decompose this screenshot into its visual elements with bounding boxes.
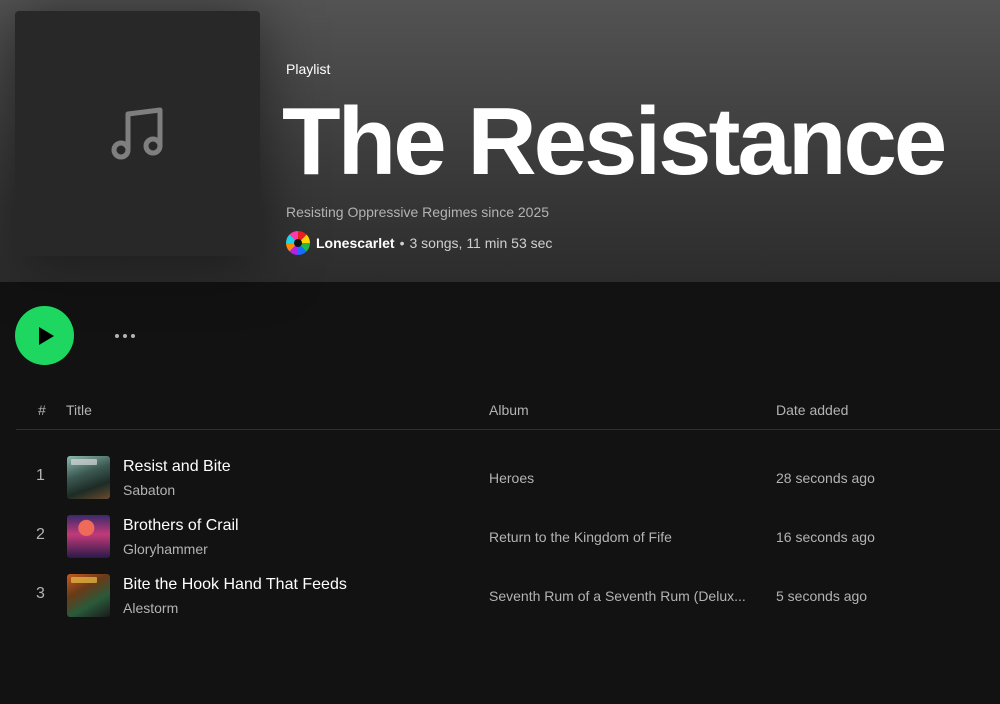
album-art (67, 456, 110, 499)
track-album[interactable]: Heroes (489, 470, 759, 486)
more-options-dot (131, 334, 135, 338)
track-album[interactable]: Return to the Kingdom of Fife (489, 529, 759, 545)
track-title[interactable]: Resist and Bite (123, 458, 231, 476)
music-note-icon (111, 107, 162, 159)
meta-separator: • (399, 235, 405, 251)
album-art (67, 574, 110, 617)
track-number: 1 (36, 467, 45, 484)
track-number: 2 (36, 526, 45, 543)
owner-avatar[interactable] (286, 231, 310, 255)
more-options-button[interactable] (109, 324, 141, 348)
play-button[interactable] (15, 306, 74, 365)
play-icon (39, 326, 54, 345)
playlist-description: Resisting Oppressive Regimes since 2025 (286, 204, 550, 220)
track-artist[interactable]: Gloryhammer (123, 541, 208, 557)
playlist-stats: 3 songs, 11 min 53 sec (409, 235, 553, 251)
track-album[interactable]: Seventh Rum of a Seventh Rum (Delux... (489, 588, 759, 604)
track-number: 3 (36, 585, 45, 602)
playlist-kind-label: Playlist (286, 61, 331, 77)
track-title[interactable]: Bite the Hook Hand That Feeds (123, 576, 347, 594)
track-row[interactable]: 3 Bite the Hook Hand That Feeds Alestorm… (16, 564, 1000, 623)
action-bar (15, 306, 315, 366)
track-artist[interactable]: Alestorm (123, 600, 178, 616)
album-art (67, 515, 110, 558)
tracklist-header: # Title Album Date added (16, 398, 1000, 430)
header-date-added[interactable]: Date added (776, 402, 848, 418)
playlist-meta: Lonescarlet • 3 songs, 11 min 53 sec (286, 230, 552, 256)
playlist-header: Playlist The Resistance Resisting Oppres… (0, 0, 1000, 282)
header-title[interactable]: Title (66, 402, 92, 418)
track-row[interactable]: 2 Brothers of Crail Gloryhammer Return t… (16, 505, 1000, 564)
track-title[interactable]: Brothers of Crail (123, 517, 239, 535)
more-options-dot (123, 334, 127, 338)
more-options-icon (115, 334, 119, 338)
track-date-added: 16 seconds ago (776, 529, 875, 545)
owner-link[interactable]: Lonescarlet (316, 235, 395, 251)
header-album[interactable]: Album (489, 402, 529, 418)
track-date-added: 28 seconds ago (776, 470, 875, 486)
track-artist[interactable]: Sabaton (123, 482, 175, 498)
track-row[interactable]: 1 Resist and Bite Sabaton Heroes 28 seco… (16, 446, 1000, 505)
track-date-added: 5 seconds ago (776, 588, 868, 604)
playlist-cover[interactable] (15, 11, 260, 256)
header-number: # (38, 402, 46, 418)
page-title: The Resistance (282, 88, 947, 195)
tracklist: 1 Resist and Bite Sabaton Heroes 28 seco… (16, 446, 1000, 623)
